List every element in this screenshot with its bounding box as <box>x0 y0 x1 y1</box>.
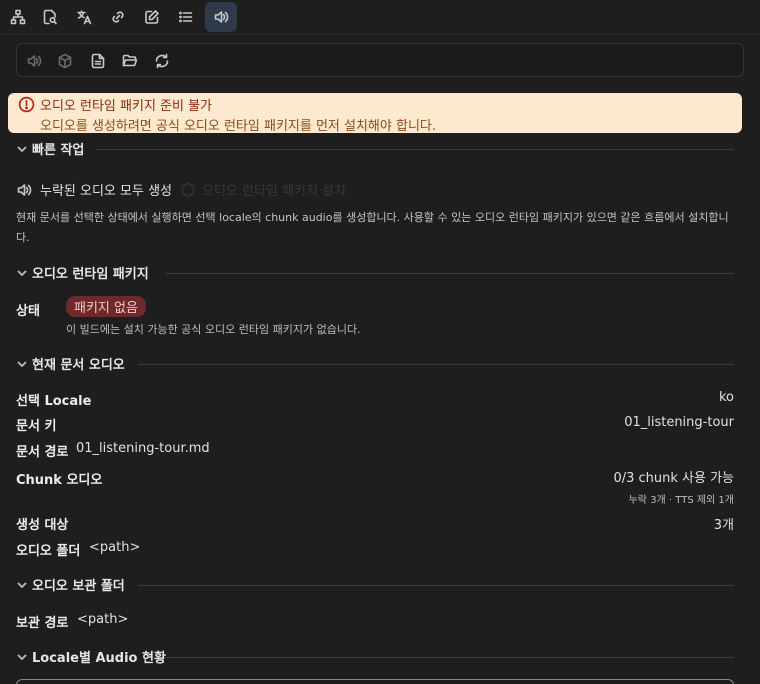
alert-body: 오디오를 생성하려면 공식 오디오 런타임 패키지를 먼저 설치해야 합니다. <box>40 119 436 134</box>
archive-path-label: 보관 경로 <box>16 616 69 631</box>
chevron-down-icon <box>16 579 28 591</box>
section-title: 빠른 작업 <box>32 143 85 158</box>
doc-key-value: 01_listening-tour <box>624 415 734 430</box>
doc-path-value: 01_listening-tour.md <box>76 441 210 456</box>
cube-icon <box>55 51 75 71</box>
package-icon <box>180 182 196 202</box>
audio-folder-label: 오디오 폴더 <box>16 544 81 559</box>
status-note: 이 빌드에는 설치 가능한 공식 오디오 런타임 패키지가 없습니다. <box>66 323 361 336</box>
translate-icon[interactable] <box>68 2 100 32</box>
status-badge: 패키지 없음 <box>66 296 146 317</box>
archive-path-value: <path> <box>77 612 129 627</box>
section-divider <box>138 585 734 586</box>
audio-actions-toolbar <box>16 43 744 77</box>
speaker-icon <box>16 182 32 202</box>
chunk-audio-note: 누락 3개 · TTS 제외 1개 <box>628 495 734 506</box>
doc-path-label: 문서 경로 <box>16 445 69 460</box>
install-runtime-label: 오디오 런타임 패키지 설치 <box>202 184 346 199</box>
speaker-icon <box>24 51 44 71</box>
status-label: 상태 <box>16 304 40 319</box>
alert-title: 오디오 런타임 패키지 준비 불가 <box>40 99 213 114</box>
speaker-icon[interactable] <box>205 2 237 32</box>
chunk-audio-value: 0/3 chunk 사용 가능 <box>613 471 734 486</box>
section-divider <box>138 364 734 365</box>
edit-icon[interactable] <box>136 2 168 32</box>
section-divider <box>166 273 734 274</box>
target-label: 생성 대상 <box>16 518 69 533</box>
locale-label: 선택 Locale <box>16 394 92 409</box>
generate-missing-audio-label: 누락된 오디오 모두 생성 <box>40 184 172 199</box>
document-icon[interactable] <box>88 51 108 71</box>
section-divider <box>164 657 734 658</box>
section-divider <box>96 149 734 150</box>
section-title: 현재 문서 오디오 <box>32 358 125 373</box>
chevron-down-icon <box>16 358 28 370</box>
chevron-down-icon <box>16 651 28 663</box>
chevron-down-icon <box>16 267 28 279</box>
target-value: 3개 <box>713 518 734 533</box>
top-toolbar <box>0 0 760 35</box>
section-title: 오디오 보관 폴더 <box>32 579 125 594</box>
alert-circle-icon <box>18 96 35 113</box>
section-archive-folder[interactable]: 오디오 보관 폴더 <box>16 575 734 595</box>
doc-key-label: 문서 키 <box>16 419 57 434</box>
section-quick-actions[interactable]: 빠른 작업 <box>16 139 734 159</box>
section-locale-audio-status[interactable]: Locale별 Audio 현황 <box>16 647 734 667</box>
list-icon[interactable] <box>170 2 202 32</box>
chunk-audio-label: Chunk 오디오 <box>16 473 103 488</box>
runtime-unavailable-alert: 오디오 런타임 패키지 준비 불가 오디오를 생성하려면 공식 오디오 런타임 … <box>8 93 742 134</box>
chevron-down-icon <box>16 143 28 155</box>
section-title: Locale별 Audio 현황 <box>32 651 166 666</box>
folder-open-icon[interactable] <box>120 51 140 71</box>
locale-value: ko <box>718 390 734 405</box>
link-icon[interactable] <box>102 2 134 32</box>
section-title: 오디오 런타임 패키지 <box>32 267 149 282</box>
quick-actions-description: 현재 문서를 선택한 상태에서 실행하면 선택 locale의 chunk au… <box>16 211 729 244</box>
sitemap-icon[interactable] <box>2 2 34 32</box>
section-runtime-package[interactable]: 오디오 런타임 패키지 <box>16 263 734 283</box>
locale-audio-table <box>16 679 734 684</box>
refresh-icon[interactable] <box>152 51 172 71</box>
audio-folder-value: <path> <box>89 540 141 555</box>
file-search-icon[interactable] <box>34 2 66 32</box>
section-current-document-audio[interactable]: 현재 문서 오디오 <box>16 354 734 374</box>
